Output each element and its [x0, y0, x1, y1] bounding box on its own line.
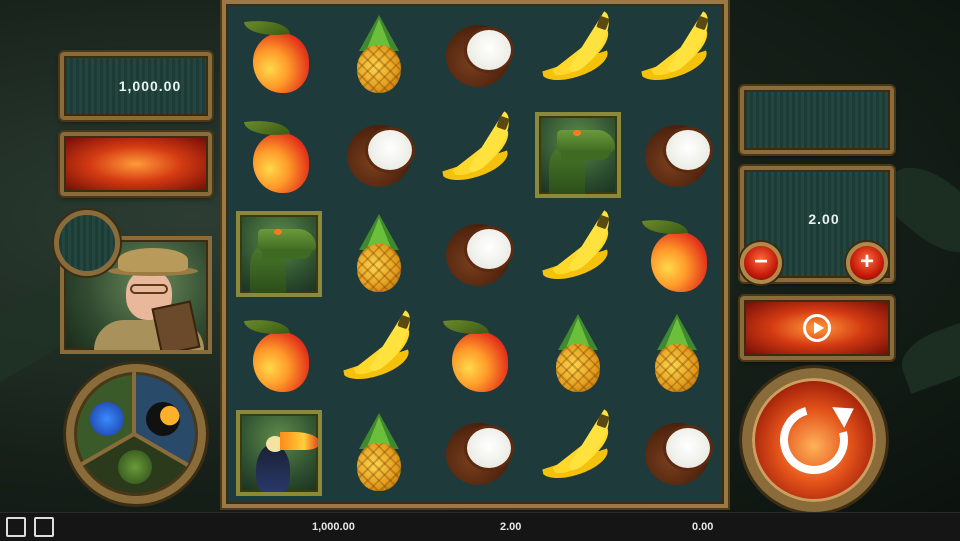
pineapple-symbol [637, 313, 717, 394]
reel-cell [332, 305, 426, 401]
reel-cell [431, 106, 525, 202]
background-foliage [894, 316, 960, 394]
bonus-wheel [66, 364, 206, 504]
reel-grid [222, 0, 728, 508]
reel-cell [332, 207, 426, 301]
autoplay-icon [803, 314, 831, 342]
reel-cell [332, 108, 426, 202]
spin-button[interactable] [742, 368, 886, 512]
coconut-symbol [339, 115, 419, 195]
bet-decrease-button[interactable]: − [740, 242, 782, 284]
reel-cell [332, 8, 426, 102]
reel-cell [630, 108, 724, 202]
autoplay-button[interactable] [740, 296, 894, 360]
reel-cell [431, 207, 525, 301]
coconut-symbol [438, 413, 518, 493]
reel-cell [431, 307, 525, 401]
coconut-symbol [438, 15, 518, 95]
pineapple-symbol [538, 313, 618, 394]
balance-value: 1,000.00 [118, 78, 182, 94]
reel-cell [232, 207, 326, 301]
mango-symbol [438, 314, 518, 394]
explorer-hat [118, 248, 188, 272]
mango-symbol [239, 15, 319, 95]
toucan-icon [146, 402, 180, 436]
reel-cell [531, 6, 625, 102]
mango-symbol [637, 214, 717, 294]
toucan-symbol [236, 410, 322, 496]
bottom-bet-value: 2.00 [500, 521, 522, 533]
coconut-symbol [438, 214, 518, 294]
fullscreen-icon[interactable] [6, 517, 26, 537]
crocodile-icon [118, 450, 152, 484]
reel-cell [630, 6, 724, 102]
reel-cell [630, 307, 724, 401]
reel-cell [431, 406, 525, 500]
reel-cell [531, 404, 625, 500]
mango-symbol [239, 314, 319, 394]
mango-symbol [239, 115, 319, 195]
explorer-notebook [151, 300, 201, 350]
bottom-status-bar: 1,000.00 2.00 0.00 [0, 512, 960, 541]
bottom-win-value: 0.00 [692, 521, 714, 533]
feature-meter-panel [60, 132, 212, 196]
balance-panel: 1,000.00 [60, 52, 212, 120]
explorer-glasses [130, 284, 168, 294]
pineapple-symbol [339, 413, 419, 493]
pineapple-symbol [339, 214, 419, 294]
reel-cell [531, 307, 625, 401]
coconut-symbol [637, 413, 717, 493]
chameleon-icon [90, 402, 124, 436]
reel-cell [232, 108, 326, 202]
banana-symbol [338, 305, 419, 394]
spyglass-lens [54, 210, 120, 276]
banana-symbol [438, 106, 518, 195]
reel-cell [630, 207, 724, 301]
reel-cell [232, 307, 326, 401]
banana-symbol [637, 6, 717, 95]
crocodile-symbol [236, 211, 322, 297]
bet-increase-button[interactable]: + [846, 242, 888, 284]
reel-cell [232, 8, 326, 102]
crocodile-symbol [534, 111, 621, 198]
reel-cell [431, 8, 525, 102]
banana-symbol [537, 6, 618, 95]
reel-cell [630, 406, 724, 500]
pineapple-symbol [339, 15, 419, 95]
wheel-spoke [132, 372, 136, 434]
reel-cell [531, 205, 625, 301]
banana-symbol [537, 205, 618, 294]
reel-cell [531, 108, 625, 202]
video-icon[interactable] [34, 517, 54, 537]
bet-value: 2.00 [808, 211, 840, 227]
reel-cell [232, 406, 326, 500]
bottom-balance-value: 1,000.00 [312, 521, 355, 533]
reel-cell [332, 406, 426, 500]
info-panel [740, 86, 894, 154]
coconut-symbol [637, 115, 717, 195]
banana-symbol [537, 404, 618, 493]
